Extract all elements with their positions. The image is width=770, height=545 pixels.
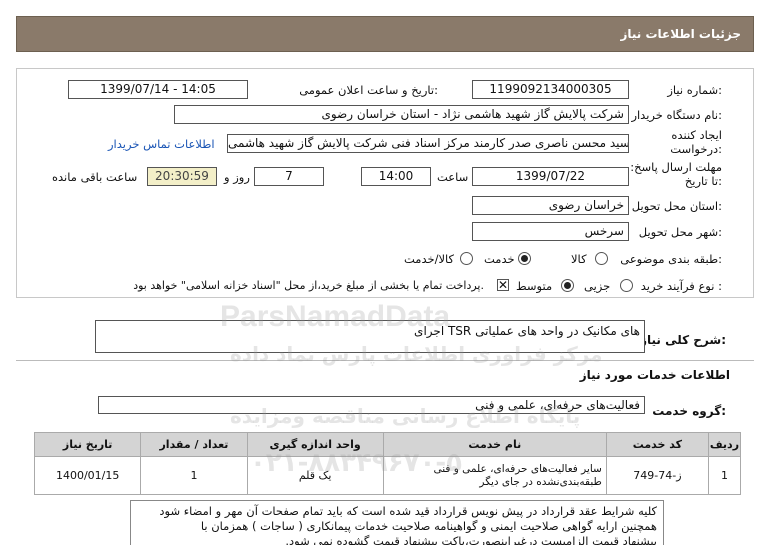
remaining-time-field: 20:30:59 [147,167,217,186]
announce-date-label: تاریخ و ساعت اعلان عمومی: [299,83,438,97]
category-option-goods-service: کالا/خدمت [404,252,455,266]
need-number-field: 1199092134000305 [472,80,629,99]
description-field: اجرای TSR های مکانیک در واحد های عملیاتی [95,320,645,353]
table-row: 1 ز-74-749 سایر فعالیت‌های حرفه‌ای، علمی… [33,456,742,495]
category-option-goods: کالا [571,252,587,266]
deadline-time-field: 14:00 [361,167,431,186]
service-group-field: فعالیت‌های حرفه‌ای، علمی و فنی [98,396,645,414]
days-field: 7 [254,167,324,186]
service-group-label: گروه خدمت: [652,404,726,418]
cell-date: 1400/01/15 [33,456,142,495]
process-option-minor: جزیی [584,279,611,293]
need-number-label: شماره نیاز: [667,83,722,97]
province-field: خراسان رضوی [472,196,629,215]
city-field: سرخس [472,222,629,241]
divider [16,360,754,361]
buyer-contact-link[interactable]: اطلاعات تماس خریدار [108,137,215,151]
notes-box: کلیه شرایط عقد قرارداد در پیش نویس قرارد… [130,500,664,545]
city-label: شهر محل تحویل: [638,225,722,239]
page-header: جزئیات اطلاعات نیاز [16,16,754,52]
process-option-medium: متوسط [516,279,553,293]
process-radio-minor[interactable] [620,279,633,292]
notes-line-2: همچنین ارایه گواهی صلاحیت ایمنی و گواهین… [200,519,657,533]
description-label: شرح کلی نیاز: [640,333,726,347]
services-section-title: اطلاعات خدمات مورد نیاز [579,368,730,382]
treasury-text: پرداخت تمام یا بخشی از مبلغ خرید،از محل … [133,279,484,292]
notes-line-1: کلیه شرایط عقد قرارداد در پیش نویس قرارد… [159,504,657,518]
cell-qty: 1 [140,456,248,495]
category-option-service: خدمت [484,252,515,266]
deadline-label: مهلت ارسال پاسخ: تا تاریخ: [630,160,722,188]
cell-index: 1 [707,456,742,495]
notes-line-3: پیشنهاد قیمت الزامیست درغیراینصورت،پاکت … [285,534,657,545]
treasury-checkbox[interactable]: ✕ [497,279,509,291]
days-label: روز و [224,170,250,184]
table-header-row: ردیف کد خدمت نام خدمت واحد اندازه گیری ت… [33,432,742,457]
cell-name: سایر فعالیت‌های حرفه‌ای، علمی و فنی طبقه… [382,456,607,495]
col-date-header: تاریخ نیاز [33,432,142,457]
col-unit-header: واحد اندازه گیری [246,432,384,457]
buyer-field: شرکت پالایش گاز شهید هاشمی نژاد - استان … [174,105,629,124]
cell-unit: یک قلم [246,456,384,495]
services-table: ردیف کد خدمت نام خدمت واحد اندازه گیری ت… [33,432,742,495]
col-qty-header: تعداد / مقدار [140,432,248,457]
col-row-header: ردیف [707,432,742,457]
process-label: نوع فرآیند خرید : [640,279,722,293]
category-radio-service[interactable] [518,252,531,265]
deadline-date-field: 1399/07/22 [472,167,629,186]
cell-code: ز-74-749 [605,456,709,495]
process-radio-medium[interactable] [561,279,574,292]
category-label: طبقه بندی موضوعی: [620,252,722,266]
province-label: استان محل تحویل: [631,199,722,213]
buyer-label: نام دستگاه خریدار: [631,108,722,122]
category-radio-goods[interactable] [595,252,608,265]
col-name-header: نام خدمت [382,432,607,457]
deadline-time-label: ساعت [437,170,469,184]
announce-date-field: 1399/07/14 - 14:05 [68,80,248,99]
creator-label: ایجاد کننده درخواست: [670,128,722,156]
creator-field: سید محسن ناصری صدر کارمند مرکز اسناد فنی… [227,134,629,153]
remaining-time-label: ساعت باقی مانده [52,170,138,184]
col-code-header: کد خدمت [605,432,709,457]
category-radio-goods-service[interactable] [460,252,473,265]
